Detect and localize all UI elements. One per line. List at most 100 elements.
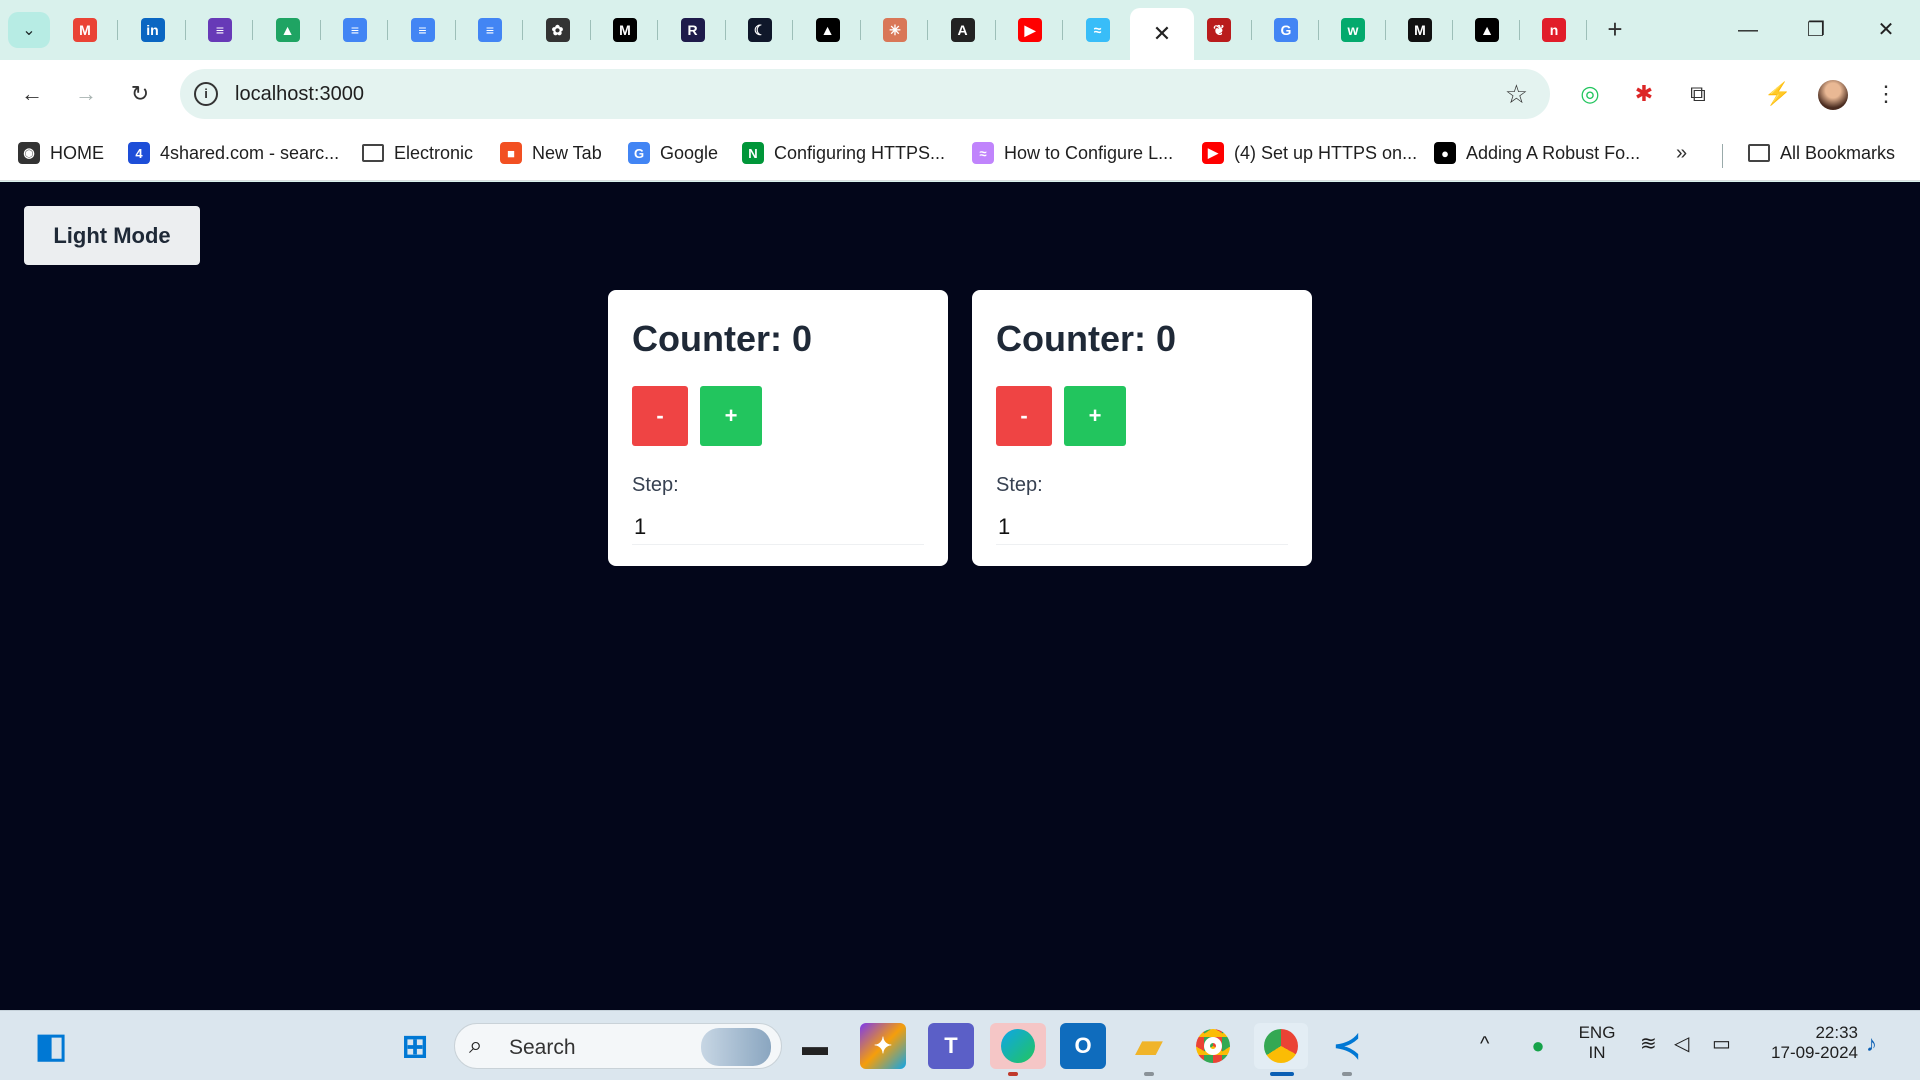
4shared-icon: 4: [128, 142, 150, 164]
decrement-button[interactable]: -: [996, 386, 1052, 446]
medium-icon: ●: [1434, 142, 1456, 164]
bookmark-item[interactable]: ≈ How to Configure L...: [972, 138, 1173, 168]
bookmark-item[interactable]: Electronic: [362, 138, 473, 168]
browser-tab[interactable]: n: [1521, 10, 1587, 50]
browser-tab[interactable]: ▲: [255, 10, 321, 50]
tray-app-icon[interactable]: ●: [1518, 1023, 1558, 1069]
active-tab[interactable]: ✕: [1130, 8, 1194, 60]
browser-tab[interactable]: w: [1320, 10, 1386, 50]
minimize-button[interactable]: —: [1728, 12, 1768, 48]
close-tab-icon[interactable]: ✕: [1153, 21, 1171, 47]
tab-separator: [184, 20, 186, 40]
tab-separator: [792, 20, 793, 40]
bookmark-item[interactable]: G Google: [628, 138, 718, 168]
performance-icon[interactable]: ⚡: [1760, 76, 1796, 112]
browser-chrome: ⌄ Min ≡ ▲ ≡ ≡ ≡ ✿ M R ☾ ▲ ✳ A ▶ ≈ ✕ ❦ Gw M ▲ n + — ❐ ✕ ← → ↻…: [0, 0, 1920, 182]
browser-tab[interactable]: in: [120, 10, 186, 50]
docs-icon: ≡: [410, 18, 435, 42]
forward-button[interactable]: →: [70, 78, 102, 110]
browser-tab[interactable]: ❦: [1186, 10, 1252, 50]
file-explorer-icon[interactable]: ▰: [1126, 1023, 1172, 1069]
windows-icon: ■: [500, 142, 522, 164]
chrome-profile-icon[interactable]: [1254, 1023, 1308, 1069]
copilot-icon[interactable]: ✦: [860, 1023, 906, 1069]
browser-tab[interactable]: R: [660, 10, 726, 50]
battery-icon[interactable]: ▭: [1712, 1031, 1731, 1056]
address-bar[interactable]: i localhost:3000 ☆: [180, 69, 1550, 119]
wifi-icon[interactable]: ≋: [1640, 1031, 1657, 1056]
increment-button[interactable]: +: [1064, 386, 1126, 446]
step-label: Step:: [632, 474, 679, 496]
decrement-button[interactable]: -: [632, 386, 688, 446]
tab-search-button[interactable]: ⌄: [8, 12, 50, 48]
url-text[interactable]: localhost:3000: [235, 83, 364, 106]
extensions-icon[interactable]: ⧉: [1680, 76, 1716, 112]
restore-button[interactable]: ❐: [1796, 12, 1836, 48]
browser-tab[interactable]: ▶: [997, 10, 1063, 50]
bookmark-label: Electronic: [394, 142, 474, 163]
browser-tab[interactable]: ✳: [862, 10, 928, 50]
vscode-icon[interactable]: ≺: [1324, 1023, 1370, 1069]
teams-icon[interactable]: T: [928, 1023, 974, 1069]
bookmark-item[interactable]: ● Adding A Robust Fo...: [1434, 138, 1640, 168]
tray-overflow-icon[interactable]: ^: [1480, 1033, 1489, 1056]
bookmark-star-icon[interactable]: ☆: [1505, 79, 1528, 110]
browser-tab[interactable]: ≡: [457, 10, 523, 50]
browser-tab[interactable]: ≡: [322, 10, 388, 50]
browser-tab[interactable]: ≡: [390, 10, 456, 50]
widgets-icon[interactable]: ◧: [28, 1023, 74, 1069]
browser-tab[interactable]: ▲: [1454, 10, 1520, 50]
notification-bell-icon[interactable]: ♪: [1866, 1031, 1877, 1057]
bookmark-item[interactable]: 4 4shared.com - searc...: [128, 138, 339, 168]
youtube-icon: ▶: [1018, 18, 1042, 42]
bookmark-item[interactable]: ◉ HOME: [18, 138, 104, 168]
browser-tab[interactable]: ▲: [795, 10, 861, 50]
site-info-icon[interactable]: i: [194, 82, 218, 106]
extension-puzzle-red-icon[interactable]: ✱: [1626, 76, 1662, 112]
globe-icon: ◉: [18, 142, 40, 164]
bookmark-item[interactable]: N Configuring HTTPS...: [742, 138, 945, 168]
new-tab-button[interactable]: +: [1600, 14, 1630, 44]
close-window-button[interactable]: ✕: [1866, 12, 1906, 48]
language-indicator[interactable]: ENG IN: [1574, 1023, 1620, 1063]
volume-icon[interactable]: ◁: [1674, 1031, 1689, 1056]
browser-menu-icon[interactable]: ⋮: [1868, 76, 1904, 112]
browser-tab[interactable]: M: [592, 10, 658, 50]
tab-separator: [589, 20, 591, 40]
browser-tab[interactable]: G: [1253, 10, 1319, 50]
bookmark-item[interactable]: ■ New Tab: [500, 138, 602, 168]
chrome-icon[interactable]: [1190, 1023, 1236, 1069]
start-icon[interactable]: ⊞: [392, 1023, 438, 1069]
browser-tab[interactable]: ≈: [1065, 10, 1131, 50]
browser-tab[interactable]: M: [52, 10, 118, 50]
chatgpt-icon: ✿: [545, 18, 570, 42]
task-view-icon[interactable]: ▬: [792, 1023, 838, 1069]
browser-tab[interactable]: ☾: [727, 10, 793, 50]
browser-tab[interactable]: A: [930, 10, 996, 50]
profile-avatar[interactable]: [1818, 80, 1848, 110]
browser-tab[interactable]: ≡: [187, 10, 253, 50]
edge-icon[interactable]: [990, 1023, 1046, 1069]
increment-button[interactable]: +: [700, 386, 762, 446]
chrome-active-indicator: [1270, 1072, 1294, 1076]
taskbar-search[interactable]: ⌕ Search: [454, 1023, 782, 1069]
step-input[interactable]: [632, 509, 924, 545]
counter-buttons: - +: [632, 386, 924, 446]
app-page: Light Mode Counter: 0 - + Step: Counter:…: [0, 182, 1920, 1010]
browser-tab[interactable]: ✿: [525, 10, 591, 50]
reload-button[interactable]: ↻: [124, 78, 156, 110]
bookmark-item[interactable]: ▶ (4) Set up HTTPS on...: [1202, 138, 1417, 168]
tab-separator: [657, 20, 658, 40]
outlook-icon[interactable]: O: [1060, 1023, 1106, 1069]
clock[interactable]: 22:33 17-09-2024: [1758, 1023, 1858, 1063]
light-mode-button[interactable]: Light Mode: [24, 206, 200, 265]
bookmarks-overflow-button[interactable]: »: [1676, 142, 1687, 165]
step-input[interactable]: [996, 509, 1288, 545]
bookmark-label: Adding A Robust Fo...: [1466, 142, 1641, 163]
browser-tab[interactable]: M: [1387, 10, 1453, 50]
all-bookmarks-label: All Bookmarks: [1780, 142, 1896, 163]
all-bookmarks-button[interactable]: All Bookmarks: [1748, 138, 1895, 168]
extension-circle-icon[interactable]: ◎: [1572, 76, 1608, 112]
back-button[interactable]: ←: [16, 78, 48, 110]
triangle-icon: ▲: [1475, 18, 1499, 42]
